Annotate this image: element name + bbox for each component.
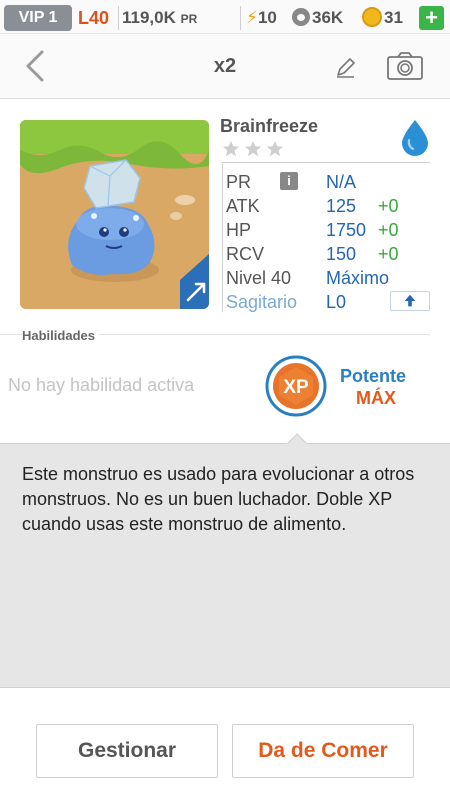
lightning-icon: ⚡ [246,8,258,27]
xp-badge-label: XP [283,377,309,398]
sign-label[interactable]: Sagitario [226,290,297,314]
coin-value: 31 [384,8,403,27]
vip-badge[interactable]: VIP 1 [4,5,72,31]
water-drop-icon [402,120,428,156]
rarity-stars [222,140,284,160]
level-value: Máximo [326,268,390,288]
coin-icon [362,7,382,27]
player-level: L40 [78,8,110,28]
pr-counter: 119,0K PR [122,5,197,31]
hp-stat-bonus: +0 [378,220,399,240]
friend-points-value: 36K [312,8,344,27]
stats-divider [222,162,430,163]
upgrade-arrow-icon[interactable] [390,291,430,311]
level-label: Nivel 40 [226,268,292,288]
abilities-header: Habilidades [22,328,99,343]
status-bar: VIP 1 L40 119,0K PR ⚡10 36K 31 + [0,0,450,34]
no-ability-text: No hay habilidad activa [8,375,195,395]
friend-points-counter: 36K [292,5,343,31]
hp-stat-label: HP [226,220,252,240]
monster-portrait[interactable] [20,120,209,309]
stats-divider-vertical [222,164,223,312]
camera-icon[interactable] [386,51,424,81]
pr-stat-label: PR [226,172,252,192]
pr-unit: PR [180,12,198,26]
xp-title: Potente [340,366,407,386]
pr-amount: 119,0K [122,8,176,27]
rcv-stat-label: RCV [226,244,265,264]
star-icon [244,140,262,157]
feed-button[interactable]: Da de Comer [232,724,414,778]
divider [240,6,241,30]
sign-level-value: L0 [326,292,347,312]
rcv-stat-value: 150 [326,244,357,264]
stamina-counter: ⚡10 [246,5,277,31]
monster-description: Este monstruo es usado para evolucionar … [22,464,415,534]
pencil-icon[interactable] [334,55,358,79]
hp-stat-value: 1750 [326,220,367,240]
pr-stat-value: N/A [326,172,357,192]
star-icon [266,140,284,157]
manage-button[interactable]: Gestionar [36,724,218,778]
atk-stat-value: 125 [326,196,357,216]
atk-stat-bonus: +0 [378,196,399,216]
xp-level: MÁX [356,388,396,408]
page-title: x2 [213,55,237,77]
star-icon [222,140,240,157]
coin-counter: 31 [362,5,403,31]
stamina-value: 10 [257,8,277,27]
add-coins-button[interactable]: + [419,6,444,30]
atk-stat-label: ATK [226,196,260,216]
monster-name: Brainfreeze [220,116,319,136]
xp-badge[interactable]: XP [265,355,327,417]
info-icon[interactable]: i [280,172,298,190]
rcv-stat-bonus: +0 [378,244,399,264]
description-pointer [286,433,308,445]
divider [118,6,119,30]
paw-icon [292,8,310,26]
nav-bar: x2 [0,35,450,99]
